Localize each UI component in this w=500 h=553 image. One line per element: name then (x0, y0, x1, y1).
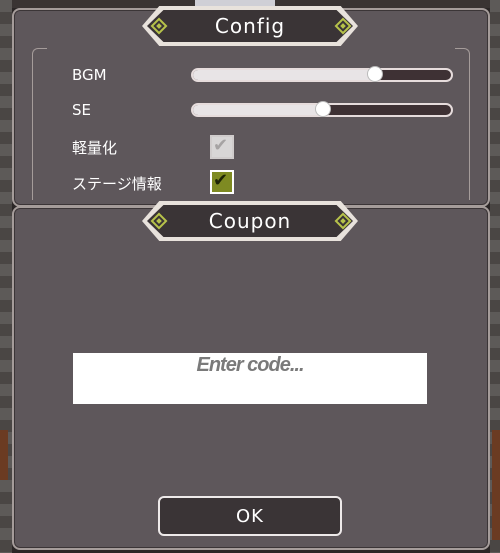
ok-button[interactable]: OK (158, 496, 342, 536)
background-rail (492, 430, 500, 540)
se-label: SE (72, 101, 91, 119)
stage-info-checkbox[interactable]: ✔ (210, 170, 234, 194)
background-highlight (195, 0, 275, 6)
bgm-slider-fill (193, 70, 374, 80)
bgm-label: BGM (72, 66, 107, 84)
background-left-wall (0, 0, 12, 553)
bgm-slider-handle[interactable] (366, 66, 383, 82)
lightweight-label: 軽量化 (72, 139, 118, 157)
check-icon: ✔ (213, 170, 229, 191)
panel-ornament (455, 48, 470, 73)
lightweight-checkbox[interactable]: ✔ (210, 135, 234, 159)
se-slider[interactable] (191, 101, 453, 117)
background-rail (0, 430, 8, 480)
bgm-slider[interactable] (191, 66, 453, 82)
config-title: Config (147, 10, 353, 42)
panel-divider (469, 70, 470, 200)
stage-info-label: ステージ情報 (72, 175, 162, 193)
background-right-wall (490, 0, 500, 553)
se-slider-handle[interactable] (315, 101, 331, 117)
check-icon: ✔ (213, 135, 229, 156)
panel-ornament (32, 48, 47, 73)
se-slider-fill (193, 105, 322, 115)
panel-divider (32, 70, 33, 200)
coupon-title: Coupon (147, 205, 353, 237)
coupon-code-input[interactable] (73, 353, 427, 404)
